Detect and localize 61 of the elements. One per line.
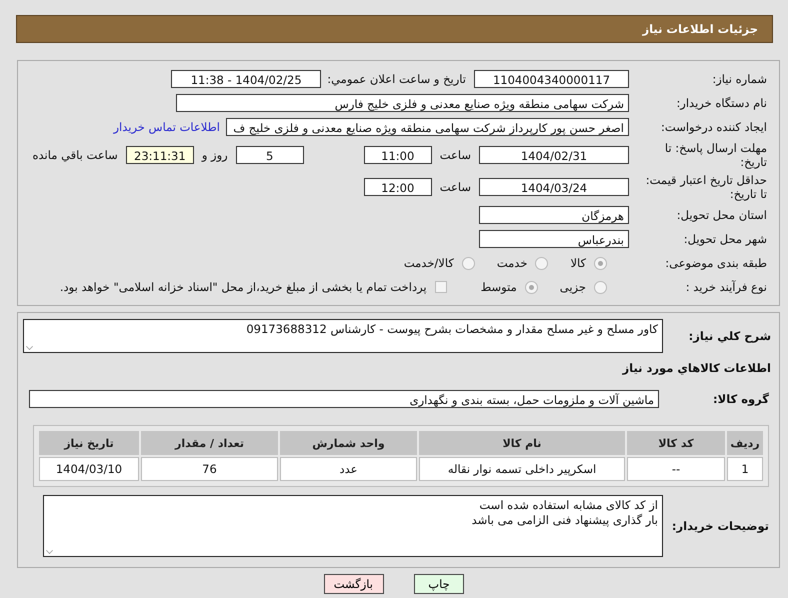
checkbox[interactable]: [434, 281, 447, 293]
option-label: متوسط: [480, 280, 517, 294]
time-label: ساعت: [440, 180, 471, 194]
field-label: توضیحات خریدار:: [671, 519, 770, 533]
deadline-date-field: 1404/02/31: [479, 146, 629, 164]
field-label: تاريخ و ساعت اعلان عمومي:: [327, 72, 466, 86]
page-title: جزئیات اطلاعات نیاز: [642, 22, 758, 36]
announce-date-field: 1404/02/25 - 11:38: [171, 70, 322, 88]
field-label: نوع فرآیند خرید :: [684, 280, 768, 294]
option-label: جزیی: [560, 280, 586, 294]
column-header: نام کالا: [419, 431, 625, 455]
buyer-contact-link[interactable]: اطلاعات تماس خريدار: [113, 120, 220, 134]
column-header: تاریخ نیاز: [39, 431, 139, 455]
validity-time-field: 12:00: [364, 178, 432, 196]
field-label: گروه کالا:: [712, 392, 770, 406]
field-label: استان محل تحويل:: [676, 208, 768, 222]
column-header: تعداد / مقدار: [141, 431, 278, 455]
radio-button[interactable]: [462, 256, 475, 270]
table-cell: --: [627, 457, 725, 481]
days-label: روز و: [202, 148, 228, 162]
radio-button[interactable]: [594, 256, 607, 270]
days-field: 5: [236, 146, 304, 164]
field-label: شهر محل تحويل:: [682, 232, 768, 246]
table-cell: 76: [141, 457, 278, 481]
need-number-field: 1104004340000117: [474, 70, 629, 88]
print-button[interactable]: چاپ: [414, 574, 464, 594]
time-label: ساعت: [440, 148, 471, 162]
option-label: خدمت: [496, 256, 528, 270]
radio-button[interactable]: [524, 280, 538, 294]
column-header: واحد شمارش: [280, 431, 417, 455]
table-cell: عدد: [280, 457, 417, 481]
treasury-note: پرداخت تمام يا بخشی از مبلغ خريد،از محل "اسناد خزانه اسلامی" خواهد بود.: [60, 280, 427, 294]
table-cell: اسکرپیر داخلی تسمه نوار نقاله: [419, 457, 625, 481]
goods-group-field: ماشین آلات و ملزومات حمل، بسته بندی و نگهداری: [29, 390, 659, 408]
field-label: طبقه بندی موضوعی:: [664, 256, 768, 270]
back-button[interactable]: بازگشت: [324, 574, 384, 594]
field-label: ایجاد کننده درخواست:: [660, 120, 768, 134]
field-label: مهلت ارسال پاسخ: تا تاريخ:: [664, 141, 768, 169]
option-label: کالا/خدمت: [404, 256, 454, 270]
province-field: هرمزگان: [479, 206, 629, 224]
option-label: کالا: [570, 256, 586, 270]
validity-date-field: 1404/03/24: [479, 178, 629, 196]
radio-button[interactable]: [594, 280, 607, 294]
field-label: شرح کلي نياز:: [688, 329, 772, 343]
radio-button[interactable]: [535, 256, 548, 270]
deadline-time-field: 11:00: [364, 146, 432, 164]
remaining-time-field: 23:11:31: [126, 146, 194, 164]
buyer-field: شرکت سهامی منطقه ويژه صنايع معدنی و فلزی خليج فارس: [176, 94, 629, 112]
city-field: بندرعباس: [479, 230, 629, 248]
field-label: شماره نیاز:: [711, 72, 768, 86]
table-cell: 1: [727, 457, 763, 481]
remaining-label: ساعت باقي مانده: [32, 148, 118, 162]
column-header: کد کالا: [627, 431, 725, 455]
buyer-notes-field: از کد کالای مشابه استفاده شده است بار گذاری پیشنهاد فنی الزامی می باشد: [43, 495, 663, 557]
section-title: اطلاعات کالاهاي مورد نياز: [621, 361, 772, 375]
field-label: حداقل تاريخ اعتبار قيمت: تا تاريخ:: [644, 173, 768, 201]
column-header: ردیف: [727, 431, 763, 455]
creator-field: اصغر حسن پور کارپرداز شرکت سهامی منطقه ويژه صنايع معدنی و فلزی خليج ف: [226, 118, 629, 136]
table-cell: 1404/03/10: [39, 457, 139, 481]
description-field: کاور مسلح و غیر مسلح مقدار و مشخصات بشرح پیوست - کارشناس 09173688312: [23, 319, 663, 353]
field-label: نام دستگاه خريدار:: [675, 96, 768, 110]
